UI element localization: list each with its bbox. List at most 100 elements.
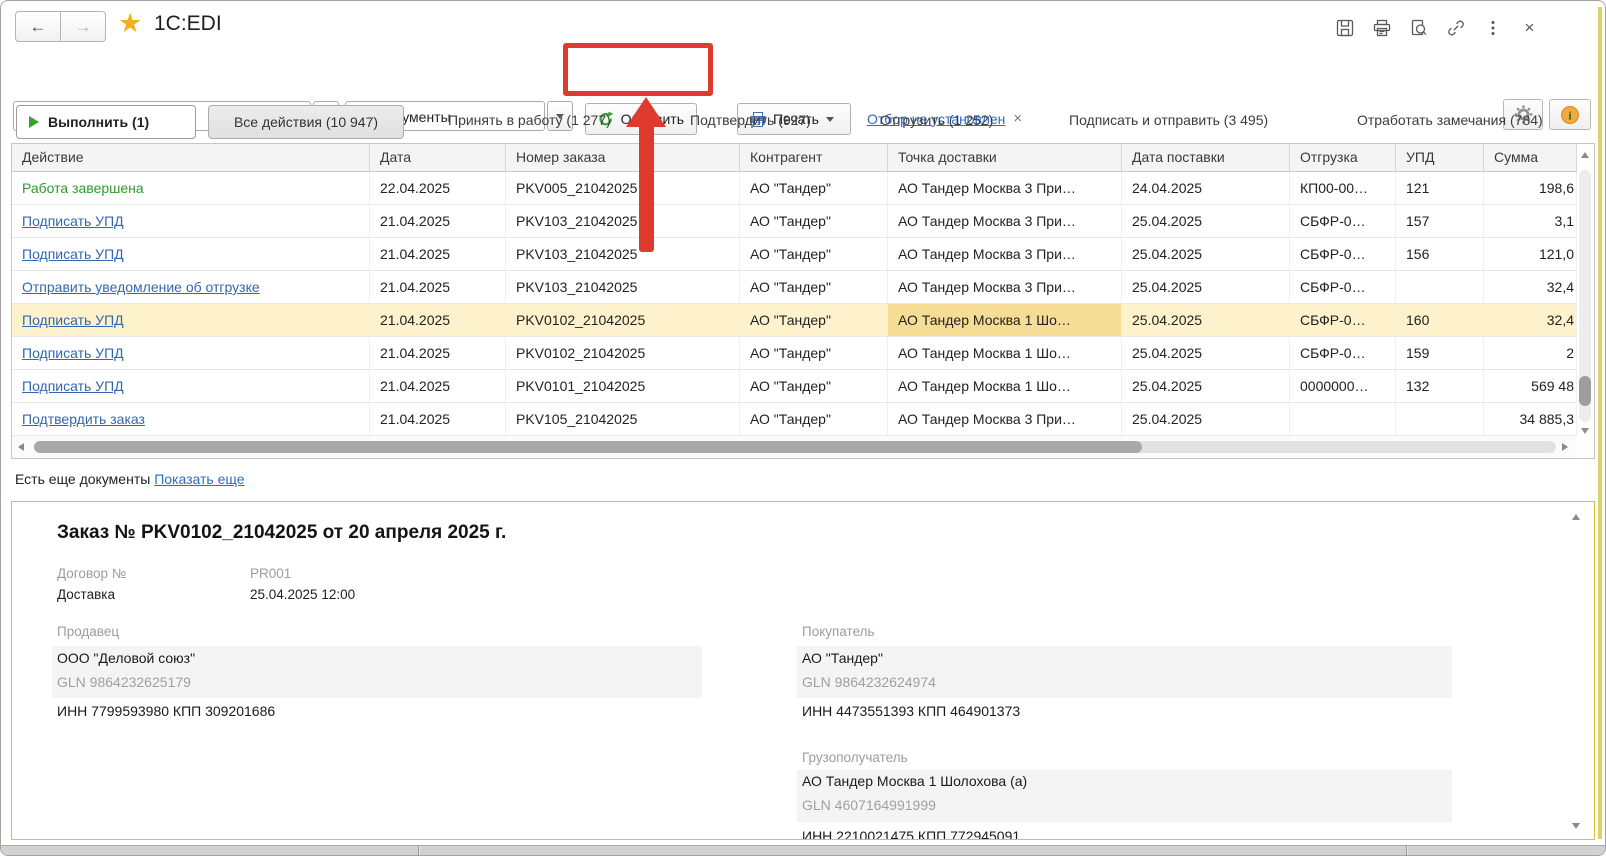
vertical-scrollbar[interactable] xyxy=(1577,144,1594,436)
cell-date: 21.04.2025 xyxy=(370,205,506,237)
panel-scroll-up-icon[interactable] xyxy=(1572,514,1580,520)
table-row[interactable]: Подписать УПД21.04.2025PKV103_21042025АО… xyxy=(12,205,1577,238)
cell-action[interactable]: Подписать УПД xyxy=(12,370,370,402)
column-header[interactable]: Точка доставки xyxy=(888,144,1122,171)
tab-filter-1[interactable]: Подтвердить (927) xyxy=(690,112,811,128)
scroll-right-icon[interactable] xyxy=(1562,443,1568,451)
scroll-left-icon[interactable] xyxy=(18,443,24,451)
buyer-gln: GLN 9864232624974 xyxy=(802,674,936,690)
print-window-button[interactable] xyxy=(1370,16,1393,39)
action-link[interactable]: Подписать УПД xyxy=(22,378,124,394)
horizontal-scroll-track[interactable] xyxy=(34,441,1556,453)
table-row[interactable]: Подписать УПД21.04.2025PKV0102_21042025А… xyxy=(12,337,1577,370)
cell-delivery-date: 25.04.2025 xyxy=(1122,337,1290,369)
tab-filter-3[interactable]: Подписать и отправить (3 495) xyxy=(1069,112,1268,128)
cell-delivery-date: 25.04.2025 xyxy=(1122,304,1290,336)
get-link-button[interactable] xyxy=(1444,16,1467,39)
cell-delivery-point: АО Тандер Москва 3 При… xyxy=(888,205,1122,237)
cell-delivery-date: 25.04.2025 xyxy=(1122,205,1290,237)
cell-action[interactable]: Отправить уведомление об отгрузке xyxy=(12,271,370,303)
cell-shipment: СБФР-0… xyxy=(1290,238,1396,270)
cell-sum: 34 885,3 xyxy=(1484,403,1577,435)
tab-filter-4[interactable]: Отработать замечания (784) xyxy=(1357,112,1543,128)
cell-order-number: PKV103_21042025 xyxy=(506,238,740,270)
cell-date: 22.04.2025 xyxy=(370,172,506,204)
favorite-star-icon[interactable]: ★ xyxy=(118,8,142,39)
cell-action[interactable]: Подписать УПД xyxy=(12,304,370,336)
action-link[interactable]: Подписать УПД xyxy=(22,345,124,361)
cell-delivery-point: АО Тандер Москва 1 Шо… xyxy=(888,304,1122,336)
preview-button[interactable] xyxy=(1407,16,1430,39)
forward-button[interactable]: → xyxy=(61,11,106,42)
table-row[interactable]: Подписать УПД21.04.2025PKV0101_21042025А… xyxy=(12,370,1577,403)
cell-action[interactable]: Подтвердить заказ xyxy=(12,403,370,435)
execute-label: Выполнить (1) xyxy=(48,114,149,130)
more-documents-line: Есть еще документы Показать еще xyxy=(15,463,245,495)
column-header[interactable]: Номер заказа xyxy=(506,144,740,171)
panel-scroll-down-icon[interactable] xyxy=(1572,823,1580,829)
back-button[interactable]: ← xyxy=(15,11,61,42)
tab-all-actions[interactable]: Все действия (10 947) xyxy=(208,105,404,139)
cell-order-number: PKV005_21042025 xyxy=(506,172,740,204)
link-icon xyxy=(1447,19,1465,37)
annotation-arrow-head xyxy=(626,97,666,127)
horizontal-scroll-thumb[interactable] xyxy=(34,441,1142,453)
column-header[interactable]: Дата поставки xyxy=(1122,144,1290,171)
cell-action[interactable]: Подписать УПД xyxy=(12,205,370,237)
column-header[interactable]: Действие xyxy=(12,144,370,171)
scroll-up-icon[interactable] xyxy=(1581,152,1589,158)
tab-filter-0[interactable]: Принять в работу (1 277) xyxy=(448,112,611,128)
column-header[interactable]: Дата xyxy=(370,144,506,171)
cell-date: 21.04.2025 xyxy=(370,337,506,369)
cell-shipment: КП00-00… xyxy=(1290,172,1396,204)
column-header[interactable]: Сумма xyxy=(1484,144,1577,171)
cell-date: 21.04.2025 xyxy=(370,238,506,270)
forward-arrow-icon: → xyxy=(75,17,92,37)
cell-order-number: PKV0101_21042025 xyxy=(506,370,740,402)
more-documents-text: Есть еще документы xyxy=(15,471,150,487)
cell-sum: 198,6 xyxy=(1484,172,1577,204)
table-row[interactable]: Подписать УПД21.04.2025PKV0102_21042025А… xyxy=(12,304,1577,337)
cell-action[interactable]: Подписать УПД xyxy=(12,238,370,270)
cell-upd xyxy=(1396,271,1484,303)
kebab-menu-icon xyxy=(1484,19,1502,37)
vertical-scroll-thumb[interactable] xyxy=(1579,376,1591,406)
cell-delivery-point: АО Тандер Москва 3 При… xyxy=(888,172,1122,204)
buyer-name: АО "Тандер" xyxy=(802,650,883,666)
action-link[interactable]: Отправить уведомление об отгрузке xyxy=(22,279,260,295)
execute-button[interactable]: Выполнить (1) xyxy=(16,105,196,139)
delivery-value: 25.04.2025 12:00 xyxy=(250,587,355,602)
buyer-label: Покупатель xyxy=(802,624,875,639)
cell-upd: 159 xyxy=(1396,337,1484,369)
cell-action[interactable]: Подписать УПД xyxy=(12,337,370,369)
nav-buttons: ← → xyxy=(15,11,106,42)
horizontal-scrollbar[interactable] xyxy=(12,436,1577,458)
table-row[interactable]: Подтвердить заказ21.04.2025PKV105_210420… xyxy=(12,403,1577,436)
save-button[interactable] xyxy=(1333,16,1356,39)
action-link[interactable]: Подтвердить заказ xyxy=(22,411,145,427)
cell-upd xyxy=(1396,403,1484,435)
action-link[interactable]: Подписать УПД xyxy=(22,246,124,262)
cell-upd: 132 xyxy=(1396,370,1484,402)
action-link[interactable]: Подписать УПД xyxy=(22,312,124,328)
cell-action[interactable]: Работа завершена xyxy=(12,172,370,204)
cell-upd: 121 xyxy=(1396,172,1484,204)
tab-filter-2[interactable]: Отгрузить (1 252) xyxy=(880,112,993,128)
documents-table: ДействиеДатаНомер заказаКонтрагентТочка … xyxy=(11,143,1595,459)
column-header[interactable]: Контрагент xyxy=(740,144,888,171)
seller-name: ООО "Деловой союз" xyxy=(57,650,195,666)
show-more-link[interactable]: Показать еще xyxy=(154,471,244,487)
column-header[interactable]: УПД xyxy=(1396,144,1484,171)
printer-icon xyxy=(1373,19,1391,37)
column-header[interactable]: Отгрузка xyxy=(1290,144,1396,171)
cell-delivery-point: АО Тандер Москва 1 Шо… xyxy=(888,337,1122,369)
close-button[interactable]: × xyxy=(1518,16,1541,39)
table-row[interactable]: Отправить уведомление об отгрузке21.04.2… xyxy=(12,271,1577,304)
vertical-scroll-track[interactable] xyxy=(1579,170,1591,422)
more-menu-button[interactable] xyxy=(1481,16,1504,39)
action-link[interactable]: Подписать УПД xyxy=(22,213,124,229)
table-row[interactable]: Подписать УПД21.04.2025PKV103_21042025АО… xyxy=(12,238,1577,271)
table-row[interactable]: Работа завершена22.04.2025PKV005_2104202… xyxy=(12,172,1577,205)
cell-sum: 3,1 xyxy=(1484,205,1577,237)
scroll-down-icon[interactable] xyxy=(1581,428,1589,434)
